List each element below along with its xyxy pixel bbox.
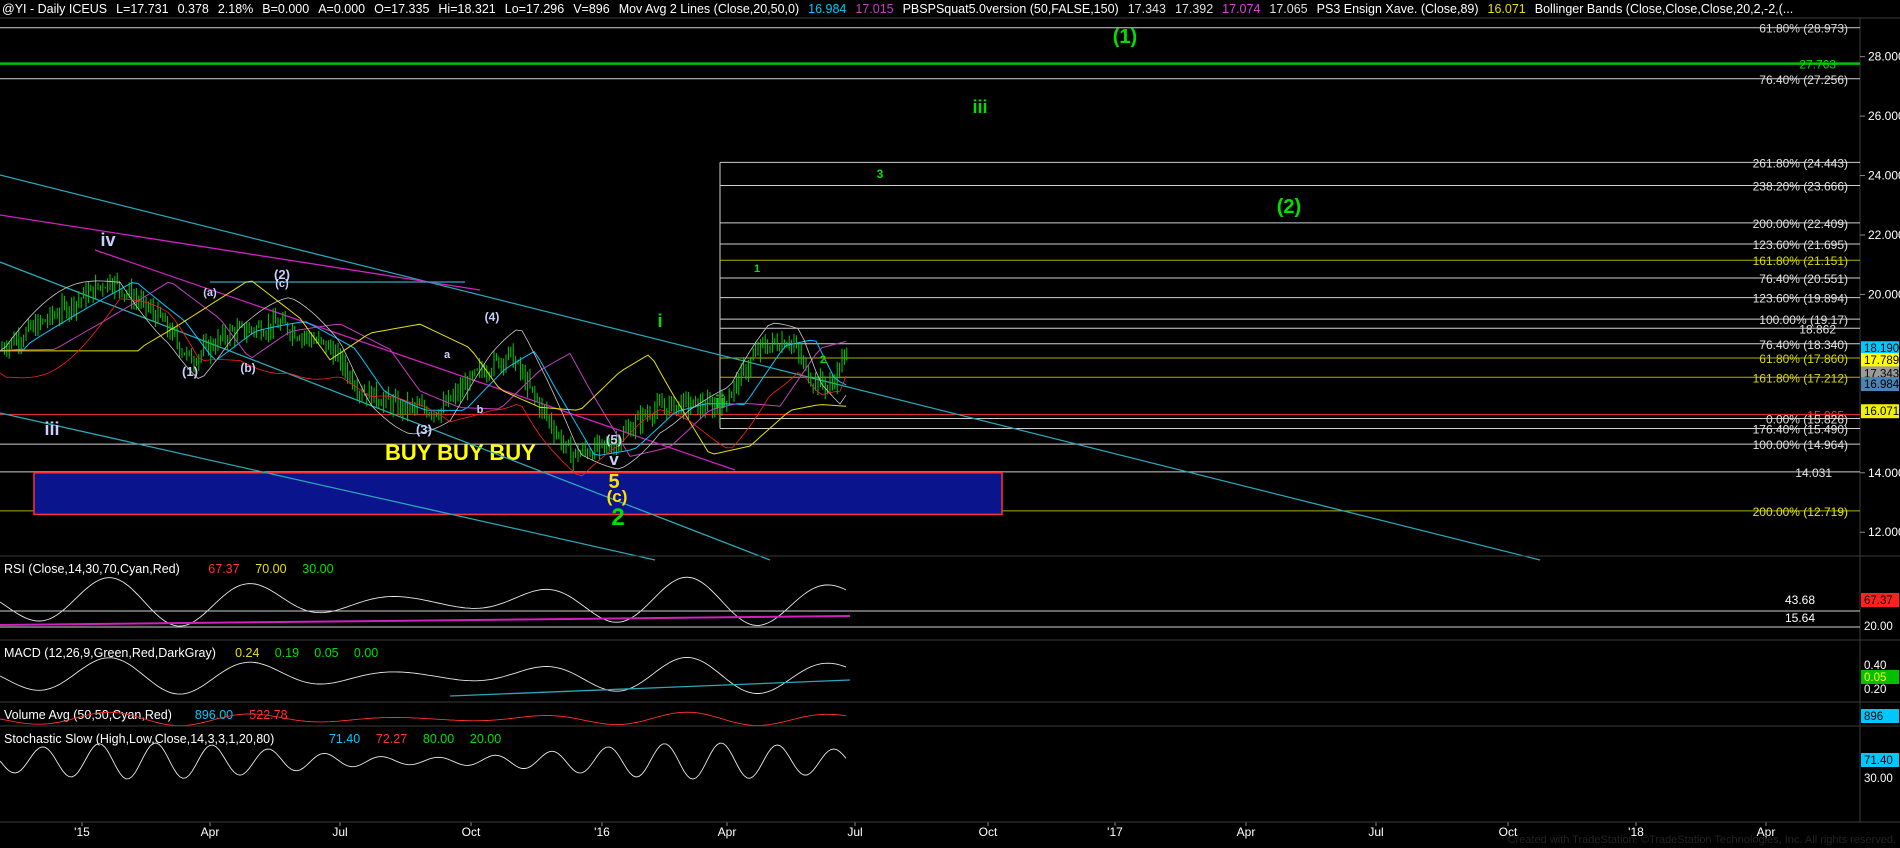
date-tick-label: Apr — [718, 825, 737, 839]
indicator-line — [0, 656, 847, 695]
wave-label: (4) — [485, 310, 500, 324]
fib-level-label: 176.40% (15.490) — [1753, 422, 1848, 436]
date-tick-label: '17 — [1107, 825, 1123, 839]
fib-level-label: 100.00% (14.964) — [1753, 438, 1848, 452]
price-tick-label: 14.000 — [1868, 466, 1900, 480]
price-tick-label: 22.000 — [1868, 228, 1900, 242]
indicator-title: RSI (Close,14,30,70,Cyan,Red) — [4, 562, 180, 576]
wave-label: 1 — [754, 263, 760, 275]
fib-level-label: 161.80% (21.151) — [1753, 254, 1848, 268]
macd-pane: MACD (12,26,9,Green,Red,DarkGray) 0.24 0.1… — [0, 639, 1900, 697]
indicator-axis-label: 0.05 — [1864, 672, 1886, 684]
indicator-line — [0, 576, 847, 627]
indicator-axis-label: 30.00 — [1864, 773, 1893, 785]
tradestation-chart-window: @YI - Daily ICEUS L=17.731 0.378 2.18% B=0.0… — [0, 0, 1900, 848]
fib-level-label: 200.00% (22.409) — [1753, 217, 1848, 231]
wave-label: (b) — [240, 361, 255, 375]
date-tick-label: Apr — [201, 825, 220, 839]
buy-zone-rect — [33, 472, 1003, 516]
fib-level-label: 27.763 — [1799, 58, 1836, 72]
wave-label: v — [609, 450, 619, 469]
wave-label: iii — [972, 97, 987, 117]
indicator-axis-label: 896 — [1864, 711, 1883, 723]
volume-pane: Volume Avg (50,50,Cyan,Red) 896.00 522.78 8… — [0, 701, 1900, 727]
price-tick-label: 20.000 — [1868, 287, 1900, 301]
last-price-label: 16.984 — [1864, 379, 1900, 391]
rsi-mid-label: 15.64 — [1785, 611, 1815, 625]
date-tick-label: '16 — [594, 825, 610, 839]
rsi-trendline — [0, 615, 851, 626]
indicator-value: 0.24 — [235, 646, 259, 660]
indicator-value: 30.00 — [302, 562, 333, 576]
fib-level-label: 200.00% (12.719) — [1753, 505, 1848, 519]
price-tick-label: 26.000 — [1868, 109, 1900, 123]
indicator-axis-label: 67.37 — [1864, 595, 1893, 607]
fib-level-label: 261.80% (24.443) — [1753, 156, 1848, 170]
price-tick-label: 24.000 — [1868, 169, 1900, 183]
wave-label: (1) — [1113, 26, 1137, 48]
fib-level-label: 123.60% (21.695) — [1753, 238, 1848, 252]
wave-label: (c) — [275, 278, 289, 290]
indicator-axis-label: 71.40 — [1864, 755, 1893, 767]
date-tick-label: Jul — [847, 825, 862, 839]
indicator-value: 0.19 — [275, 646, 299, 660]
wave-label: iv — [100, 230, 115, 250]
indicator-value: 0.05 — [314, 646, 338, 660]
wave-label: (1) — [182, 364, 198, 379]
indicator-value: 67.37 — [208, 562, 239, 576]
date-tick-label: Oct — [462, 825, 481, 839]
rsi-pane: RSI (Close,14,30,70,Cyan,Red) 67.37 70.00 3… — [0, 555, 1900, 633]
fib-level-label: 161.80% (17.212) — [1753, 371, 1848, 385]
fib-level-label: 61.80% (17.860) — [1759, 352, 1848, 366]
fib-level-label: 123.60% (19.894) — [1753, 292, 1848, 306]
indicator-value: 72.27 — [376, 732, 407, 746]
last-price-label: 17.789 — [1864, 355, 1899, 367]
price-tick-label: 28.000 — [1868, 50, 1900, 64]
price-tick-label: 12.000 — [1868, 525, 1900, 539]
price-chart: 28.000 26.000 24.000 22.000 20.000 14.000 12.0… — [0, 17, 1900, 839]
wave-label: 3 — [877, 167, 884, 181]
date-tick-label: Oct — [979, 825, 998, 839]
indicator-axis-label: 20.00 — [1864, 621, 1893, 633]
macd-trendline — [449, 679, 851, 697]
indicator-value: 80.00 — [423, 732, 454, 746]
rsi-mid-label: 43.68 — [1785, 593, 1815, 607]
stoch-pane: Stochastic Slow (High,Low,Close,14,3,3,1… — [0, 725, 1900, 785]
indicator-value: 0.00 — [354, 646, 378, 660]
fib-level-label: 61.80% (28.973) — [1759, 22, 1848, 36]
wave-label: iii — [44, 419, 59, 439]
fib-level-label: 76.40% (20.551) — [1759, 272, 1848, 286]
buy-zone-box: BUY BUY BUY — [33, 440, 1003, 516]
wave-label: a — [444, 349, 451, 361]
wave-label: 2 — [611, 504, 624, 531]
indicator-line — [0, 742, 847, 780]
wave-label: (5) — [606, 432, 622, 447]
date-tick-label: '15 — [74, 825, 90, 839]
wave-label: (a) — [203, 287, 217, 299]
indicator-title: Stochastic Slow (High,Low,Close,14,3,3,1… — [4, 732, 274, 746]
fib-level-label: 76.40% (18.340) — [1759, 338, 1848, 352]
indicator-value: 70.00 — [255, 562, 286, 576]
date-tick-label: Jul — [332, 825, 347, 839]
fib-level-label: 238.20% (23.666) — [1753, 179, 1848, 193]
wave-label: ii — [715, 392, 725, 412]
wave-label: b — [477, 404, 484, 416]
last-price-label: 16.071 — [1864, 406, 1899, 418]
fib-level-label: 14.031 — [1795, 466, 1832, 480]
fib-level-label: 18.862 — [1799, 322, 1836, 336]
wave-label: 2 — [820, 354, 826, 366]
indicator-axis-label: 0.20 — [1864, 684, 1886, 696]
date-tick-label: Jul — [1368, 825, 1383, 839]
footer-credit: Created with TradeStation. ©TradeStation… — [1507, 834, 1896, 846]
trend-channel-line — [0, 214, 481, 291]
wave-label: i — [657, 311, 662, 331]
date-tick-label: Apr — [1237, 825, 1256, 839]
indicator-value: 20.00 — [470, 732, 501, 746]
wave-label: (3) — [416, 422, 432, 437]
fib-level-label: 76.40% (27.256) — [1759, 73, 1848, 87]
indicator-value: 71.40 — [329, 732, 360, 746]
wave-label: (2) — [1277, 196, 1301, 218]
